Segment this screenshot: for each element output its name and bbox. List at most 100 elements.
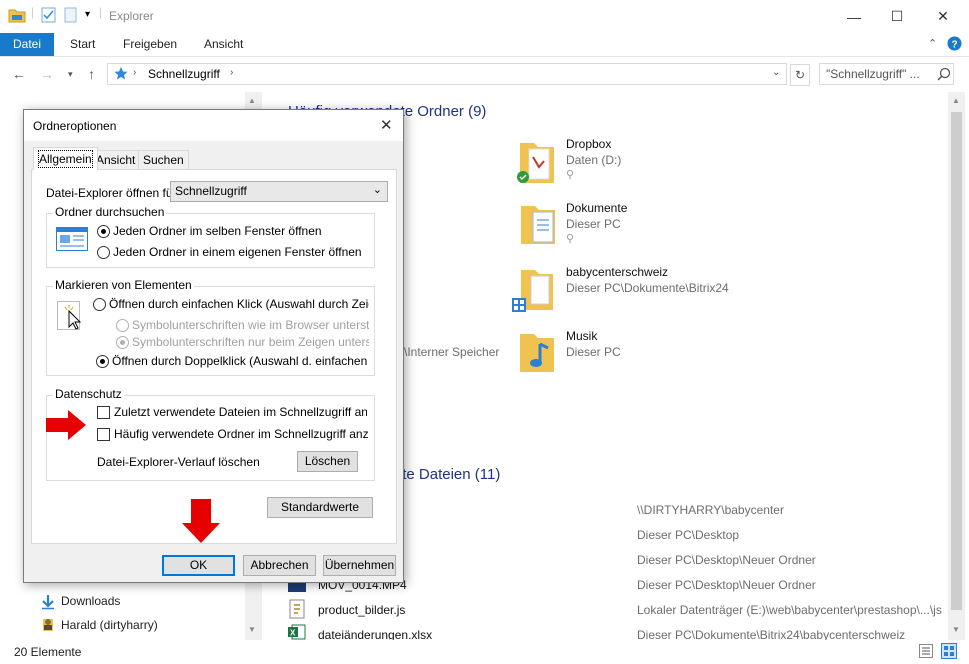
radio-double-click[interactable]: Öffnen durch Doppelklick (Auswahl d. ein… [96, 354, 369, 368]
tab-allgemein[interactable]: Allgemein [33, 147, 98, 170]
red-arrow-down-icon [180, 497, 222, 548]
tab-start[interactable]: Start [57, 33, 108, 56]
tab-datei[interactable]: Datei [0, 33, 54, 56]
red-arrow-right-icon [44, 408, 88, 445]
scroll-thumb[interactable] [951, 112, 962, 610]
tab-freigeben[interactable]: Freigeben [110, 33, 190, 56]
item-count: 20 Elemente [14, 645, 82, 659]
tab-ansicht-dialog[interactable]: Ansicht [91, 150, 141, 170]
radio-indicator [93, 297, 106, 311]
search-icon [937, 67, 951, 84]
checkbox-label: Zuletzt verwendete Dateien im Schnellzug… [114, 405, 367, 419]
radio-indicator [116, 318, 129, 332]
documents-folder-icon [519, 202, 559, 249]
folder-location: Dieser PC [566, 345, 621, 359]
dialog-title: Ordneroptionen [33, 119, 117, 133]
pin-icon: ⚲ [566, 233, 575, 245]
radio-label: Öffnen durch einfachen Klick (Auswahl du… [109, 297, 369, 311]
group-label: Datenschutz [53, 387, 124, 401]
folder-location: Daten (D:) [566, 153, 622, 167]
content-scrollbar[interactable]: ▲ ▼ [948, 92, 965, 640]
open-explorer-label: Datei-Explorer öffnen für: [46, 186, 180, 200]
properties-icon[interactable] [41, 7, 57, 26]
address-bar[interactable]: › Schnellzugriff › ⌄ [107, 63, 787, 85]
radio-single-click[interactable]: Öffnen durch einfachen Klick (Auswahl du… [93, 297, 369, 311]
recent-file-path: \\DIRTYHARRY\babycenter [637, 503, 784, 517]
user-folder-icon [40, 616, 56, 635]
up-icon[interactable]: ↑ [88, 66, 95, 82]
svg-text:X: X [290, 629, 296, 638]
recent-file-name[interactable]: product_bilder.js [318, 603, 405, 617]
folder-icon[interactable] [8, 7, 26, 26]
search-input[interactable]: "Schnellzugriff" ... [819, 63, 954, 85]
title-bar: | ▾ | Explorer — ☐ ✕ [0, 0, 969, 33]
checkbox-frequent-folders[interactable]: Häufig verwendete Ordner im Schnellzugri… [97, 427, 369, 441]
folder-location: \Interner Speicher [404, 345, 500, 359]
apply-button[interactable]: Übernehmen [323, 555, 396, 576]
radio-indicator [97, 245, 110, 259]
address-dropdown-icon[interactable]: ⌄ [772, 67, 780, 78]
dialog-title-bar: Ordneroptionen ✕ [24, 110, 403, 141]
radio-underline-hover[interactable]: Symbolunterschriften nur beim Zeigen unt… [116, 335, 369, 349]
clear-history-button[interactable]: Löschen [297, 451, 358, 472]
checkbox-recent-files[interactable]: Zuletzt verwendete Dateien im Schnellzug… [97, 405, 367, 419]
group-label: Ordner durchsuchen [53, 205, 167, 219]
maximize-button[interactable]: ☐ [874, 0, 920, 33]
checkbox-indicator [97, 405, 110, 419]
folder-name[interactable]: Dropbox [566, 137, 611, 151]
open-explorer-value: Schnellzugriff [175, 184, 247, 198]
recent-file-path: Dieser PC\Desktop [637, 528, 740, 542]
radio-indicator [96, 354, 109, 368]
folder-location: Dieser PC\Dokumente\Bitrix24 [566, 281, 729, 295]
forward-icon[interactable]: → [40, 66, 54, 82]
folder-name[interactable]: Dokumente [566, 201, 627, 215]
nav-item-user[interactable]: Harald (dirtyharry) [61, 618, 158, 632]
folder-name[interactable]: Musik [566, 329, 597, 343]
group-label: Markieren von Elementen [53, 278, 194, 292]
close-window-button[interactable]: ✕ [920, 0, 966, 33]
recent-file-path: Lokaler Datenträger (E:)\web\babycenter\… [637, 603, 942, 617]
downloads-icon [40, 594, 56, 613]
nav-item-downloads[interactable]: Downloads [61, 594, 120, 608]
status-bar: 20 Elemente [0, 640, 969, 664]
pin-icon: ⚲ [566, 169, 575, 181]
ok-button[interactable]: OK [162, 555, 235, 576]
refresh-icon[interactable]: ↻ [790, 64, 810, 86]
ribbon-tabs: Datei Start Freigeben Ansicht ⌃ ? [0, 33, 969, 57]
new-folder-icon[interactable] [63, 7, 79, 26]
dialog-close-icon[interactable]: ✕ [380, 116, 393, 134]
radio-new-window[interactable]: Jeden Ordner in einem eigenen Fenster öf… [97, 245, 369, 259]
details-view-icon[interactable] [919, 644, 933, 661]
tab-suchen[interactable]: Suchen [138, 150, 189, 170]
radio-underline-browser[interactable]: Symbolunterschriften wie im Browser unte… [116, 318, 369, 332]
help-icon[interactable]: ? [947, 36, 962, 54]
checkbox-indicator [97, 427, 110, 441]
tiles-view-icon[interactable] [941, 643, 957, 662]
browse-window-icon [56, 227, 88, 254]
breadcrumb-chevron-icon[interactable]: › [230, 67, 233, 78]
collapse-ribbon-icon[interactable]: ⌃ [928, 37, 937, 50]
customize-qa-icon[interactable]: ▾ [85, 9, 90, 20]
tab-page-general: Datei-Explorer öffnen für: Schnellzugrif… [31, 169, 397, 544]
radio-label: Öffnen durch Doppelklick (Auswahl d. ein… [112, 354, 369, 368]
minimize-button[interactable]: — [831, 0, 877, 33]
open-explorer-select[interactable]: Schnellzugriff ⌄ [170, 181, 388, 202]
radio-same-window[interactable]: Jeden Ordner im selben Fenster öffnen [97, 224, 367, 238]
window-title: Explorer [109, 9, 154, 23]
radio-indicator [116, 335, 129, 349]
radio-label: Symbolunterschriften wie im Browser unte… [132, 318, 369, 332]
music-folder-icon [518, 330, 558, 377]
folder-name[interactable]: babycenterschweiz [566, 265, 668, 279]
bitrix-folder-icon [511, 266, 555, 317]
recent-locations-icon[interactable]: ▾ [68, 69, 73, 80]
folder-location: Dieser PC [566, 217, 621, 231]
radio-indicator [97, 224, 110, 238]
tab-ansicht[interactable]: Ansicht [191, 33, 256, 56]
cancel-button[interactable]: Abbrechen [243, 555, 316, 576]
address-path[interactable]: Schnellzugriff [148, 67, 220, 81]
back-icon[interactable]: ← [12, 66, 26, 82]
radio-label: Symbolunterschriften nur beim Zeigen unt… [132, 335, 369, 349]
tab-label: Allgemein [38, 150, 93, 168]
restore-defaults-button[interactable]: Standardwerte [267, 497, 373, 518]
quick-access-star-icon [114, 66, 128, 83]
